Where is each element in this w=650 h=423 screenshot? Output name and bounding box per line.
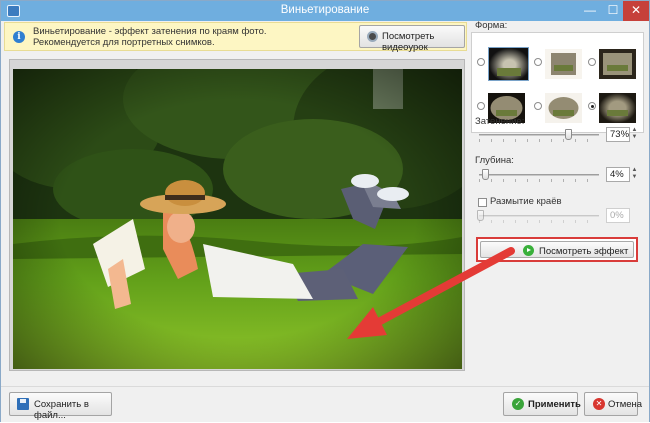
shape-radio-1[interactable] <box>477 58 485 66</box>
apply-button[interactable]: ✓ Применить <box>503 392 581 416</box>
blur-slider-row: 0% <box>473 208 643 224</box>
depth-slider-row: 4% ▲ ▼ <box>473 167 643 183</box>
cancel-button[interactable]: ✕ Отмена <box>584 392 642 416</box>
dialog-footer: Сохранить в файл... ✓ Применить ✕ Отмена <box>1 386 649 422</box>
info-text: Виньетирование - эффект затенения по кра… <box>33 26 267 48</box>
info-bar: i Виньетирование - эффект затенения по к… <box>4 22 467 53</box>
preview-area <box>9 59 465 371</box>
play-icon <box>523 245 534 256</box>
blur-edges-label: Размытие краёв <box>490 196 562 207</box>
shape-label: Форма: <box>475 20 508 31</box>
depth-slider-handle[interactable] <box>482 169 489 180</box>
vignette-preview-icon <box>545 93 582 123</box>
info-line-2: Рекомендуется для портретных снимков. <box>33 37 215 48</box>
close-button[interactable]: ✕ <box>623 1 649 21</box>
window-title: Виньетирование <box>280 4 370 16</box>
shape-radio-2[interactable] <box>534 58 542 66</box>
settings-panel: Форма: Затенение: 73% ▲ ▼ Глубина: 4% ▲ … <box>471 20 649 386</box>
shape-radio-4[interactable] <box>477 102 485 110</box>
vignette-preview-icon <box>545 49 582 79</box>
depth-slider-ticks <box>479 179 599 182</box>
blur-value-field: 0% <box>606 208 630 223</box>
shading-slider-track[interactable] <box>479 134 599 136</box>
info-line-1: Виньетирование - эффект затенения по кра… <box>33 26 267 37</box>
shading-spinner[interactable]: ▲ ▼ <box>631 127 638 142</box>
save-to-file-label: Сохранить в файл... <box>34 399 89 421</box>
preview-effect-highlight: Посмотреть эффект <box>476 237 638 262</box>
apply-label: Применить <box>528 399 581 410</box>
preview-photo <box>13 69 462 369</box>
shading-label: Затенение: <box>475 116 525 127</box>
webcam-icon <box>367 31 378 42</box>
shading-value-field[interactable]: 73% <box>606 127 630 142</box>
shape-thumb-1[interactable] <box>488 47 529 81</box>
shading-slider-ticks <box>479 139 599 142</box>
depth-spinner[interactable]: ▲ ▼ <box>631 167 638 182</box>
shape-thumb-2[interactable] <box>545 49 582 79</box>
photo-image <box>13 69 462 369</box>
blur-slider-handle <box>477 210 484 221</box>
cancel-x-icon: ✕ <box>593 398 605 410</box>
shading-slider-row: 73% ▲ ▼ <box>473 127 643 143</box>
checkmark-icon: ✓ <box>512 398 524 410</box>
shape-thumb-3[interactable] <box>599 49 636 79</box>
watch-video-label: Посмотреть видеоурок <box>382 31 435 53</box>
vignette-preview-icon <box>599 93 636 123</box>
cancel-label: Отмена <box>608 399 643 410</box>
depth-label: Глубина: <box>475 155 514 166</box>
info-icon: i <box>13 31 25 43</box>
vignette-dialog: Виньетирование — ☐ ✕ i Виньетирование - … <box>0 0 650 422</box>
floppy-disk-icon <box>17 398 29 410</box>
preview-effect-button[interactable]: Посмотреть эффект <box>480 241 634 258</box>
title-bar[interactable]: Виньетирование — ☐ ✕ <box>1 1 649 21</box>
preview-effect-label: Посмотреть эффект <box>539 246 629 257</box>
shape-radio-6[interactable] <box>588 102 596 110</box>
save-to-file-button[interactable]: Сохранить в файл... <box>9 392 112 421</box>
watch-video-button[interactable]: Посмотреть видеоурок <box>359 25 465 53</box>
vignette-preview-icon <box>489 48 528 80</box>
depth-slider-track[interactable] <box>479 174 599 176</box>
depth-value-field[interactable]: 4% <box>606 167 630 182</box>
shape-thumb-5[interactable] <box>545 93 582 123</box>
shape-radio-5[interactable] <box>534 102 542 110</box>
blur-slider-ticks <box>479 220 599 223</box>
shape-thumb-6[interactable] <box>599 93 636 123</box>
vignette-preview-icon <box>599 49 636 79</box>
blur-edges-checkbox[interactable] <box>478 198 487 207</box>
shading-slider-handle[interactable] <box>565 129 572 140</box>
shape-radio-3[interactable] <box>588 58 596 66</box>
blur-slider-track <box>479 215 599 217</box>
